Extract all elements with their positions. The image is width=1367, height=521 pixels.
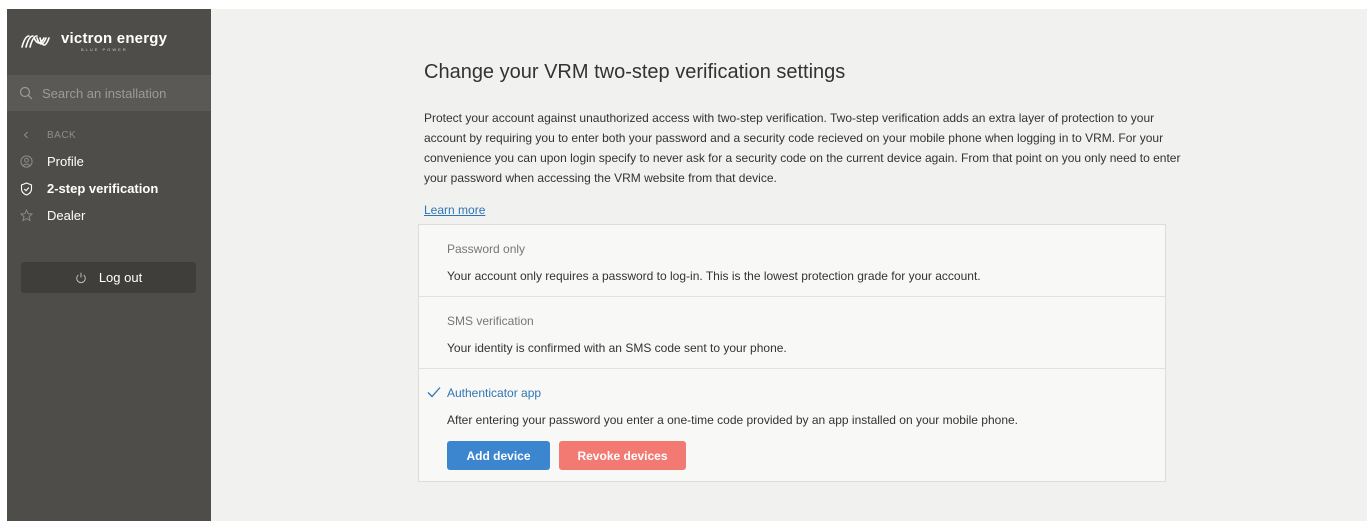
sidebar-item-2-step-verification[interactable]: 2-step verification (7, 175, 211, 202)
option-description: Your identity is confirmed with an SMS c… (447, 341, 787, 355)
star-icon (19, 209, 33, 223)
installation-search (7, 75, 211, 111)
verification-options: Password only Your account only requires… (418, 224, 1166, 482)
option-label: SMS verification (447, 314, 534, 328)
sidebar-item-dealer[interactable]: Dealer (7, 202, 211, 229)
victron-logo-mark-icon (21, 34, 50, 48)
page-description: Protect your account against unauthorize… (424, 111, 1181, 185)
power-icon (75, 272, 87, 284)
victron-logo[interactable]: victron energy BLUE POWER (19, 31, 167, 52)
search-input[interactable] (42, 85, 202, 101)
back-label: BACK (47, 129, 77, 141)
chevron-left-icon (19, 128, 33, 142)
brand-tagline: BLUE POWER (81, 47, 128, 52)
page-title: Change your VRM two-step verification se… (424, 61, 846, 83)
option-label: Password only (447, 242, 526, 256)
app-frame: victron energy BLUE POWER BACK (7, 9, 1367, 521)
sidebar: victron energy BLUE POWER BACK (7, 9, 211, 521)
option-sms-verification[interactable]: SMS verification Your identity is confir… (419, 297, 1165, 369)
logout-label: Log out (98, 270, 143, 285)
sidebar-item-label: Dealer (47, 208, 86, 223)
add-device-button[interactable]: Add device (447, 441, 550, 470)
sidebar-item-label: Profile (47, 154, 84, 169)
learn-more-link[interactable]: Learn more (424, 203, 485, 217)
sidebar-back-link[interactable]: BACK (7, 124, 211, 146)
shield-icon (19, 181, 33, 196)
revoke-devices-button[interactable]: Revoke devices (559, 441, 686, 470)
checkmark-icon (427, 387, 441, 398)
search-icon (19, 86, 33, 100)
sidebar-item-label: 2-step verification (47, 181, 159, 196)
option-description: After entering your password you enter a… (447, 413, 1019, 427)
logout-button[interactable]: Log out (21, 262, 196, 293)
sidebar-item-profile[interactable]: Profile (7, 148, 211, 175)
brand-name: victron energy (61, 30, 168, 47)
option-password-only[interactable]: Password only Your account only requires… (419, 225, 1165, 297)
option-authenticator-app[interactable]: Authenticator app After entering your pa… (419, 369, 1165, 481)
user-circle-icon (19, 155, 33, 169)
option-label: Authenticator app (447, 386, 542, 400)
sidebar-nav: BACK Profile 2-step verification Dealer (7, 124, 211, 229)
option-description: Your account only requires a password to… (447, 269, 981, 283)
